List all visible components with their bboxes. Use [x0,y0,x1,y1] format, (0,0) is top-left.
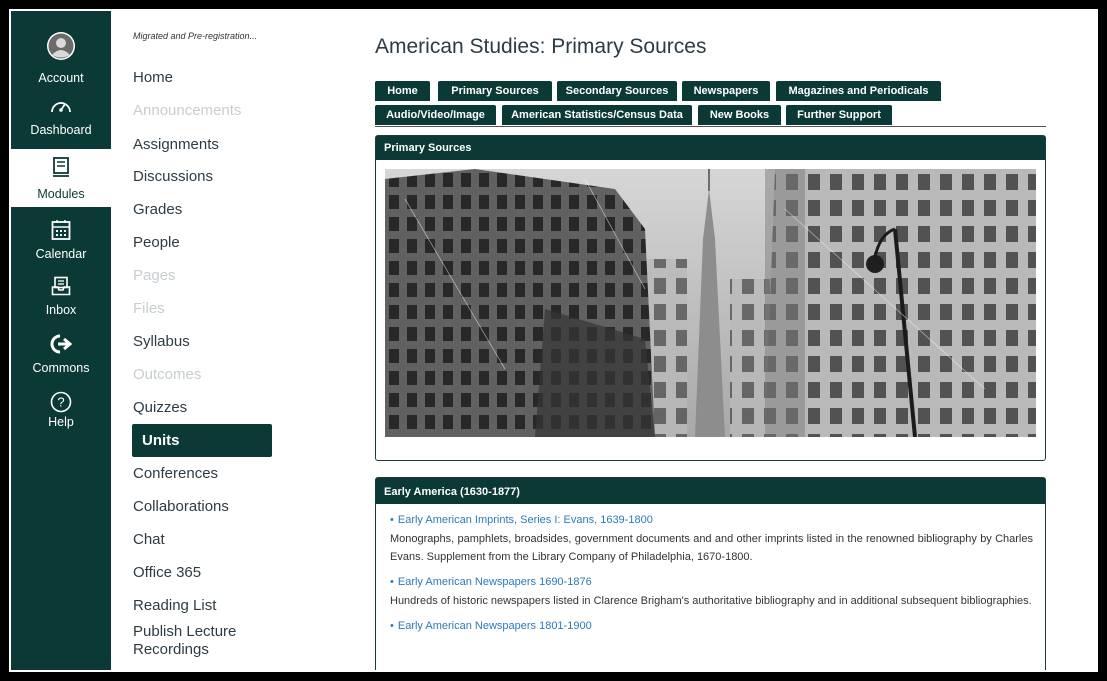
list-item: • Early American Newspapers 1690-1876 Hun… [390,576,1033,610]
primary-sources-panel: Primary Sources [375,135,1046,461]
course-nav-reading-list[interactable]: Reading List [133,597,216,614]
resource-list: • Early American Imprints, Series I: Evan… [376,504,1045,632]
course-nav-syllabus[interactable]: Syllabus [133,333,190,350]
browser-frame: Account Dashboard Modules Calendar Inbox… [9,9,1098,672]
help-icon: ? [11,387,111,417]
course-nav-office-365[interactable]: Office 365 [133,564,201,581]
inbox-icon [11,271,111,301]
resource-link[interactable]: Early American Newspapers 1690-1876 [398,576,592,588]
dashboard-nav[interactable]: Dashboard [11,87,111,143]
list-item: • Early American Newspapers 1801-1900 [390,620,1033,632]
panel-heading: Primary Sources [376,136,1045,160]
course-nav-publish-lecture-recordings[interactable]: Publish Lecture Recordings [133,623,253,659]
course-breadcrumb[interactable]: Migrated and Pre-registration... [133,31,257,41]
commons-icon [11,329,111,359]
course-nav-files[interactable]: Files [133,300,165,317]
city-banner-image [385,169,1036,437]
resource-description: Monographs, pamphlets, broadsides, gover… [390,533,1033,563]
course-nav-home[interactable]: Home [133,69,173,86]
tab-newspapers[interactable]: Newspapers [682,81,770,101]
course-nav: Migrated and Pre-registration... Home An… [111,11,277,670]
main-content: American Studies: Primary Sources Home P… [277,11,1096,670]
tab-magazines-periodicals[interactable]: Magazines and Periodicals [776,81,941,101]
course-nav-announcements[interactable]: Announcements [133,102,241,119]
course-nav-collaborations[interactable]: Collaborations [133,498,229,515]
svg-text:?: ? [57,395,64,410]
help-nav[interactable]: ? Help [11,383,111,439]
tab-secondary-sources[interactable]: Secondary Sources [557,81,677,101]
course-nav-assignments[interactable]: Assignments [133,136,219,153]
global-nav: Account Dashboard Modules Calendar Inbox… [11,11,111,670]
calendar-icon [11,215,111,245]
tabs-underline [375,126,1046,127]
bullet-icon: • [390,620,394,632]
list-item: • Early American Imprints, Series I: Evan… [390,514,1033,566]
dashboard-icon [11,91,111,121]
bullet-icon: • [390,576,394,588]
tab-primary-sources[interactable]: Primary Sources [438,81,552,101]
tab-audio-video-image[interactable]: Audio/Video/Image [375,105,496,125]
inbox-label: Inbox [45,303,77,317]
tab-further-support[interactable]: Further Support [786,105,892,125]
resource-link[interactable]: Early American Newspapers 1801-1900 [398,620,592,632]
modules-label: Modules [37,187,85,201]
early-america-heading: Early America (1630-1877) [376,478,1045,504]
commons-nav[interactable]: Commons [11,325,111,381]
course-nav-grades[interactable]: Grades [133,201,182,218]
tab-american-statistics[interactable]: American Statistics/Census Data [502,105,692,125]
tab-new-books[interactable]: New Books [698,105,781,125]
commons-label: Commons [32,361,90,375]
calendar-label: Calendar [35,247,87,261]
course-nav-chat[interactable]: Chat [133,531,165,548]
help-label: Help [48,415,74,429]
modules-icon [11,153,111,183]
bullet-icon: • [390,514,394,526]
modules-nav[interactable]: Modules [11,149,111,207]
inbox-nav[interactable]: Inbox [11,267,111,323]
course-nav-people[interactable]: People [133,234,180,251]
account-label: Account [38,71,84,85]
account-nav[interactable]: Account [11,23,111,85]
course-nav-conferences[interactable]: Conferences [133,465,218,482]
tab-home[interactable]: Home [375,81,430,101]
course-nav-pages[interactable]: Pages [133,267,176,284]
resource-description: Hundreds of historic newspapers listed i… [390,595,1032,607]
course-nav-quizzes[interactable]: Quizzes [133,399,187,416]
course-nav-units[interactable]: Units [132,424,272,457]
calendar-nav[interactable]: Calendar [11,211,111,267]
course-nav-outcomes[interactable]: Outcomes [133,366,201,383]
early-america-panel: Early America (1630-1877) • Early America… [375,477,1046,670]
course-nav-discussions[interactable]: Discussions [133,168,213,185]
dashboard-label: Dashboard [30,123,92,137]
account-icon [11,31,111,61]
page-title: American Studies: Primary Sources [375,35,707,58]
resource-link[interactable]: Early American Imprints, Series I: Evans… [398,514,653,526]
